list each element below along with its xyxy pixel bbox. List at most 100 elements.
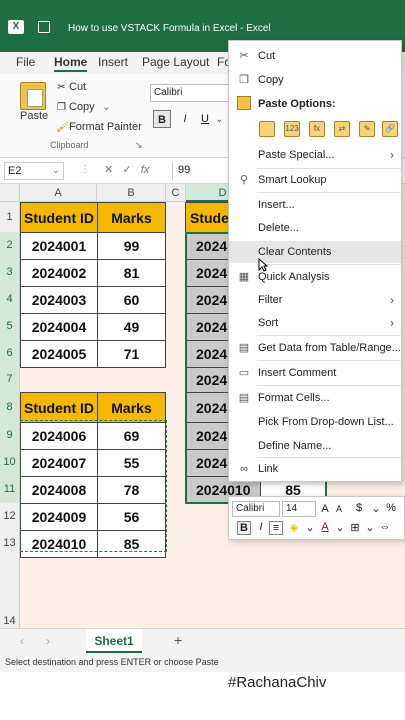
row-header-8[interactable]: 8 <box>0 392 20 422</box>
borders-icon[interactable]: ⊞ <box>348 521 362 534</box>
menu-item-clear-contents[interactable]: Clear Contents <box>229 241 401 263</box>
menu-item-copy[interactable]: ❐ Copy <box>229 69 401 91</box>
row-header-10[interactable]: 10 <box>0 449 20 476</box>
table1-cell[interactable]: 2024003 <box>20 286 98 314</box>
row-header-6[interactable]: 6 <box>0 340 20 367</box>
percent-icon[interactable]: % <box>384 502 398 514</box>
mini-font-select[interactable]: Calibri <box>232 501 280 517</box>
column-header-a[interactable]: A <box>20 184 97 202</box>
table1-cell[interactable]: 60 <box>97 286 166 314</box>
column-header-c[interactable]: C <box>166 184 186 202</box>
paste-values-icon[interactable]: 123 <box>284 121 300 137</box>
menu-item-quick-analysis[interactable]: ▦ Quick Analysis <box>229 266 401 288</box>
select-all-corner[interactable] <box>0 184 20 202</box>
table2-cell[interactable]: 2024006 <box>20 422 98 450</box>
chevron-down-icon[interactable]: ⌄ <box>369 502 383 515</box>
tab-page-layout[interactable]: Page Layout <box>142 55 209 69</box>
copy-button[interactable]: Copy <box>69 101 95 113</box>
italic-button[interactable]: I <box>176 110 194 128</box>
chevron-down-icon[interactable]: ⌄ <box>101 102 112 113</box>
chevron-down-icon[interactable]: ⌄ <box>333 521 347 534</box>
table2-cell[interactable]: 85 <box>97 530 166 558</box>
chevron-down-icon[interactable]: ⌄ <box>214 114 225 125</box>
row-header-11[interactable]: 11 <box>0 476 20 503</box>
chevron-right-icon[interactable]: › <box>46 634 50 648</box>
align-center-icon[interactable]: ≡ <box>269 521 283 535</box>
table2-cell[interactable]: 2024010 <box>20 530 98 558</box>
sheet-tab[interactable]: Sheet1 <box>86 629 142 653</box>
row-header-3[interactable]: 3 <box>0 259 20 286</box>
table1-cell[interactable]: 99 <box>97 232 166 260</box>
table2-header-student-id[interactable]: Student ID <box>20 392 98 423</box>
paste-link-icon[interactable]: 🔗 <box>382 121 398 137</box>
scissors-icon[interactable]: ✂ <box>56 82 67 93</box>
row-header-9[interactable]: 9 <box>0 422 20 449</box>
chevron-down-icon[interactable]: ⌄ <box>303 521 317 534</box>
paste-option-icon[interactable] <box>259 121 275 137</box>
paste-icon[interactable] <box>20 82 46 110</box>
menu-item-paste-special[interactable]: Paste Special... › <box>229 144 401 166</box>
paste-button-label[interactable]: Paste <box>20 110 48 122</box>
menu-item-sort[interactable]: Sort › <box>229 312 401 334</box>
table1-cell[interactable]: 2024005 <box>20 340 98 368</box>
menu-item-filter[interactable]: Filter › <box>229 289 401 311</box>
column-header-b[interactable]: B <box>97 184 166 202</box>
menu-item-get-data[interactable]: ▤ Get Data from Table/Range... <box>229 337 401 359</box>
menu-item-define-name[interactable]: Define Name... <box>229 435 401 457</box>
row-header-7[interactable]: 7 <box>0 367 20 392</box>
row-header-14[interactable]: 14 <box>0 557 20 628</box>
row-header-5[interactable]: 5 <box>0 313 20 340</box>
row-header-1[interactable]: 1 <box>0 202 20 232</box>
menu-item-insert-comment[interactable]: ▭ Insert Comment <box>229 362 401 384</box>
paste-formulas-icon[interactable]: fx <box>309 121 325 137</box>
decrease-font-icon[interactable]: A <box>332 504 346 514</box>
underline-button[interactable]: U <box>196 110 214 128</box>
menu-item-format-cells[interactable]: ▤ Format Cells... <box>229 387 401 409</box>
bold-button[interactable]: B <box>153 110 171 128</box>
mini-bold-button[interactable]: B <box>237 521 251 535</box>
table1-cell[interactable]: 2024001 <box>20 232 98 260</box>
formula-input[interactable]: 99 <box>172 162 232 180</box>
enter-icon[interactable]: ✓ <box>122 164 131 176</box>
table2-header-marks[interactable]: Marks <box>97 392 166 423</box>
fx-icon[interactable]: fx <box>141 164 150 176</box>
table2-cell[interactable]: 69 <box>97 422 166 450</box>
table1-header-student-id[interactable]: Student ID <box>20 202 98 233</box>
menu-item-insert[interactable]: Insert... <box>229 194 401 216</box>
paste-transpose-icon[interactable]: ⇄ <box>334 121 350 137</box>
row-header-4[interactable]: 4 <box>0 286 20 313</box>
table1-cell[interactable]: 81 <box>97 259 166 287</box>
table2-cell[interactable]: 2024007 <box>20 449 98 477</box>
tab-file[interactable]: File <box>16 55 35 69</box>
mini-italic-button[interactable]: I <box>254 521 268 533</box>
currency-icon[interactable]: $ <box>352 502 366 514</box>
cut-button[interactable]: Cut <box>69 81 86 93</box>
table2-cell[interactable]: 78 <box>97 476 166 504</box>
table1-header-marks[interactable]: Marks <box>97 202 166 233</box>
paste-formatting-icon[interactable]: ✎ <box>359 121 375 137</box>
tab-home[interactable]: Home <box>54 55 88 72</box>
menu-item-delete[interactable]: Delete... <box>229 217 401 239</box>
menu-item-link[interactable]: ∞ Link <box>229 458 401 480</box>
table2-cell[interactable]: 56 <box>97 503 166 531</box>
chevron-down-icon[interactable]: ⌄ <box>52 165 60 176</box>
table1-cell[interactable]: 49 <box>97 313 166 341</box>
row-header-2[interactable]: 2 <box>0 232 20 259</box>
format-painter-button[interactable]: Format Painter <box>69 121 142 133</box>
table1-cell[interactable]: 71 <box>97 340 166 368</box>
chevron-left-icon[interactable]: ‹ <box>20 634 24 648</box>
window-layout-icon[interactable] <box>38 21 50 33</box>
table1-cell[interactable]: 2024002 <box>20 259 98 287</box>
font-name-select[interactable]: Calibri <box>150 84 230 102</box>
format-painter-icon[interactable]: 🖌 <box>56 122 69 133</box>
tab-insert[interactable]: Insert <box>98 55 128 69</box>
row-header-13[interactable]: 13 <box>0 530 20 557</box>
menu-item-cut[interactable]: ✂ Cut <box>229 45 401 67</box>
menu-item-pick-from-list[interactable]: Pick From Drop-down List... <box>229 411 401 433</box>
row-header-12[interactable]: 12 <box>0 503 20 530</box>
dialog-launcher-icon[interactable]: ↘ <box>135 140 143 151</box>
chevron-down-icon[interactable]: ⌄ <box>363 521 377 534</box>
menu-item-smart-lookup[interactable]: ⚲ Smart Lookup <box>229 169 401 191</box>
table2-cell[interactable]: 2024008 <box>20 476 98 504</box>
table1-cell[interactable]: 2024004 <box>20 313 98 341</box>
